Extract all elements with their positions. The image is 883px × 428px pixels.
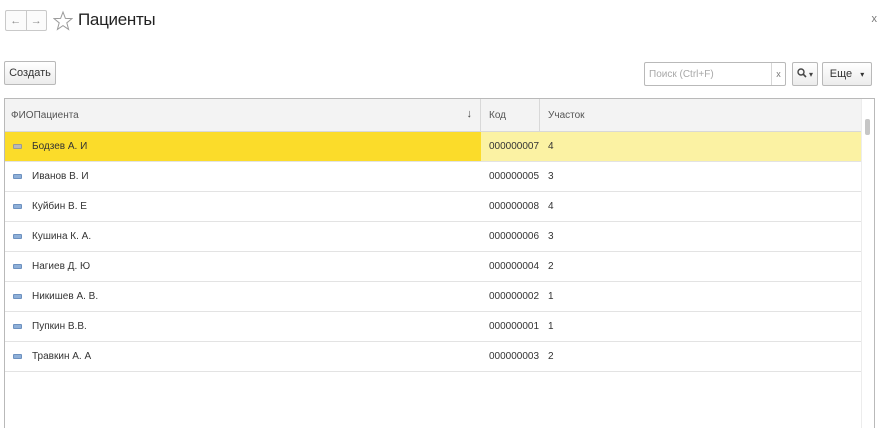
table-row[interactable]: Куйбин В. Е 000000008 4 (5, 192, 862, 222)
table-row[interactable]: Никишев А. В. 000000002 1 (5, 282, 862, 312)
patient-code: 000000001 (489, 321, 540, 332)
patient-code: 000000007 (481, 132, 540, 161)
patient-area: 3 (548, 231, 554, 242)
create-button[interactable]: Создать (4, 61, 56, 85)
forward-button[interactable]: → (25, 11, 47, 30)
patient-code: 000000008 (489, 201, 540, 212)
patient-name: Нагиев Д. Ю (32, 261, 91, 272)
search-icon (797, 67, 807, 81)
table-row[interactable]: Нагиев Д. Ю 000000004 2 (5, 252, 862, 282)
navigation-buttons: ← → (5, 10, 47, 31)
column-header-area[interactable]: Участок (540, 99, 862, 131)
column-header-label: Участок (548, 109, 585, 121)
scrollbar-thumb[interactable] (865, 119, 870, 135)
patient-name: Бодзев А. И (32, 141, 88, 152)
catalog-item-icon (13, 354, 22, 359)
catalog-item-icon (13, 174, 22, 179)
patient-area: 1 (548, 291, 554, 302)
catalog-item-icon (13, 264, 22, 269)
patient-area: 1 (548, 321, 554, 332)
patient-code: 000000004 (489, 261, 540, 272)
catalog-item-icon (13, 294, 22, 299)
catalog-item-icon (13, 234, 22, 239)
search-button[interactable]: ▾ (792, 62, 818, 86)
table-row[interactable]: Иванов В. И 000000005 3 (5, 162, 862, 192)
more-button[interactable]: Еще ▾ (822, 62, 872, 86)
table-header: ФИОПациента ↓ Код Участок (5, 99, 862, 132)
patient-name: Куйбин В. Е (32, 201, 87, 212)
table-body: Бодзев А. И 000000007 4 Иванов В. И 0000… (5, 132, 862, 372)
sort-descending-icon: ↓ (466, 108, 473, 120)
patient-name: Никишев А. В. (32, 291, 99, 302)
catalog-item-icon (13, 144, 22, 149)
more-label: Еще (829, 68, 853, 80)
page-title: Пациенты (78, 10, 156, 29)
back-button[interactable]: ← (6, 11, 26, 30)
table-row[interactable]: Бодзев А. И 000000007 4 (5, 132, 862, 162)
catalog-item-icon (13, 324, 22, 329)
patient-area: 4 (548, 201, 554, 212)
patient-name: Кушина К. А. (32, 231, 92, 242)
window-header: ← → Пациенты x (0, 0, 883, 44)
patients-table: ФИОПациента ↓ Код Участок Бодзев А. И 00… (4, 98, 875, 428)
patient-code: 000000003 (489, 351, 540, 362)
column-header-name[interactable]: ФИОПациента ↓ (5, 99, 481, 131)
search-dropdown-icon: ▾ (808, 69, 813, 79)
patient-code: 000000005 (489, 171, 540, 182)
table-row[interactable]: Кушина К. А. 000000006 3 (5, 222, 862, 252)
search-input[interactable] (645, 63, 773, 85)
search-field: x (644, 62, 786, 86)
catalog-item-icon (13, 204, 22, 209)
favorite-star-icon[interactable] (52, 10, 74, 32)
search-clear-button[interactable]: x (771, 63, 785, 85)
table-row[interactable]: Травкин А. А 000000003 2 (5, 342, 862, 372)
vertical-scrollbar[interactable] (861, 99, 874, 428)
patient-name: Пупкин В.В. (32, 321, 87, 332)
patient-name: Травкин А. А (32, 351, 92, 362)
table-row[interactable]: Пупкин В.В. 000000001 1 (5, 312, 862, 342)
column-header-label: ФИОПациента (11, 109, 79, 121)
patient-area: 4 (540, 132, 862, 161)
patient-area: 3 (548, 171, 554, 182)
patient-code: 000000006 (489, 231, 540, 242)
patient-name: Иванов В. И (32, 171, 89, 182)
patient-area: 2 (548, 351, 554, 362)
column-header-label: Код (489, 109, 507, 121)
chevron-down-icon: ▾ (860, 69, 865, 79)
patient-area: 2 (548, 261, 554, 272)
column-header-code[interactable]: Код (481, 99, 540, 131)
close-button[interactable]: x (872, 13, 878, 25)
patient-code: 000000002 (489, 291, 540, 302)
